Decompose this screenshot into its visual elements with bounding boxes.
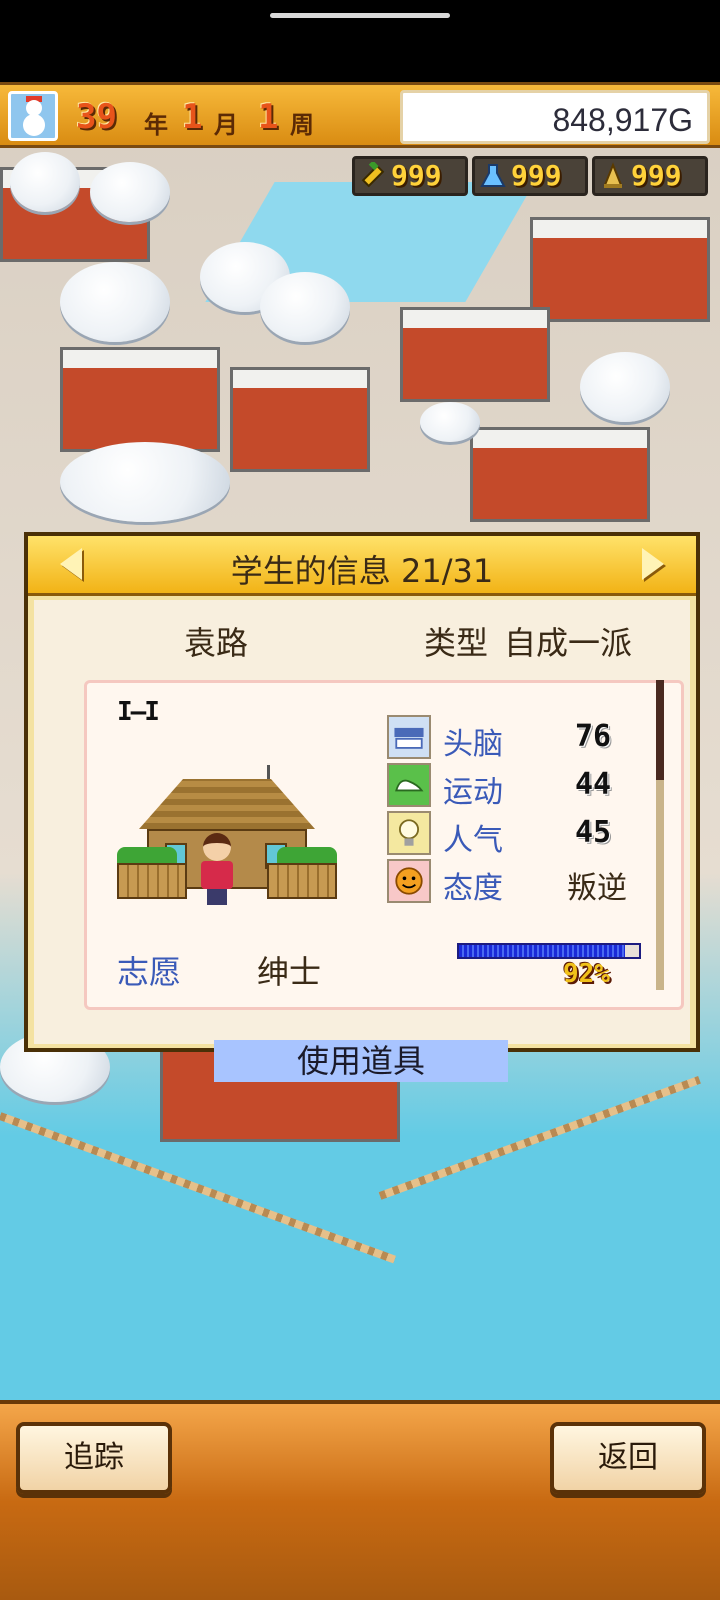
snow-tree: [420, 402, 480, 442]
student-info-dialog: 学生的信息 21/31 袁路 类型 自成一派 I—I 头脑 76 运动 44 人…: [24, 532, 700, 1082]
flask-icon: [480, 164, 506, 187]
stat-label-brain: 头脑: [443, 727, 503, 762]
back-button[interactable]: 返回: [550, 1422, 706, 1494]
dialog-title: 学生的信息 21/31: [230, 552, 494, 590]
type-value: 自成一派: [504, 624, 633, 662]
brain-icon: [387, 715, 431, 759]
scrollbar-thumb[interactable]: [656, 680, 664, 780]
student-name: 袁路: [184, 624, 249, 662]
type-label: 类型: [424, 624, 489, 662]
home-indicator: [270, 13, 450, 18]
progress-bar: [457, 943, 641, 959]
face-icon: [387, 859, 431, 903]
progress-fill: [459, 945, 625, 957]
resource-pencil: 999: [352, 156, 468, 196]
dialog-body: 袁路 类型 自成一派 I—I 头脑 76 运动 44 人气 45 态度 叛逆 志…: [34, 600, 690, 1082]
pencil-icon: [361, 162, 385, 188]
grade-badge: I—I: [117, 697, 160, 727]
stat-row-popularity: 人气 45: [387, 811, 647, 858]
wish-label: 志愿: [117, 953, 182, 991]
next-arrow-icon[interactable]: [642, 548, 664, 580]
student-avatar: [197, 833, 237, 905]
classroom: [470, 427, 650, 522]
sneaker-icon: [387, 763, 431, 807]
status-bar: [0, 0, 720, 82]
stat-label-attitude: 态度: [443, 871, 503, 906]
date-display: 39 年 1 月 1 周: [70, 91, 382, 141]
bell-icon: [603, 162, 623, 188]
stat-row-sport: 运动 44: [387, 763, 647, 810]
resource-flask: 999: [472, 156, 588, 196]
week-unit: 周: [290, 111, 314, 139]
week-value: 1: [258, 97, 279, 137]
month-unit: 月: [214, 111, 238, 139]
stat-value-brain: 76: [575, 719, 612, 754]
classroom: [530, 217, 710, 322]
track-button[interactable]: 追踪: [16, 1422, 172, 1494]
classroom: [60, 347, 220, 452]
stat-value-attitude: 叛逆: [567, 871, 627, 906]
year-value: 39: [76, 97, 117, 137]
money-value: 848,917G: [552, 102, 693, 138]
stat-value-sport: 44: [575, 767, 612, 802]
stat-row-brain: 头脑 76: [387, 715, 647, 762]
use-item-button[interactable]: 使用道具: [214, 1040, 508, 1082]
snowman-icon: [8, 91, 58, 141]
snow-tree: [580, 352, 670, 422]
snow-tree: [90, 162, 170, 222]
stat-row-attitude: 态度 叛逆: [387, 859, 647, 906]
resource-bell: 999: [592, 156, 708, 196]
top-hud: 39 年 1 月 1 周 848,917G: [0, 82, 720, 148]
stat-value-popularity: 45: [575, 815, 612, 850]
bottom-bar: 追踪 返回: [0, 1400, 720, 1600]
classroom: [230, 367, 370, 472]
snow-tree: [60, 442, 230, 522]
progress-text: 92%: [563, 959, 610, 989]
resource-bar: 999 999 999: [352, 156, 712, 196]
snow-tree: [260, 272, 350, 342]
lightbulb-icon: [387, 811, 431, 855]
stat-label-popularity: 人气: [443, 823, 503, 858]
fence: [378, 1075, 701, 1200]
stat-label-sport: 运动: [443, 775, 503, 810]
wish-value: 绅士: [257, 953, 322, 991]
month-value: 1: [182, 97, 203, 137]
classroom: [400, 307, 550, 402]
snow-tree: [60, 262, 170, 342]
student-info-card: I—I 头脑 76 运动 44 人气 45 态度 叛逆 志愿 绅士 92%: [84, 680, 684, 1010]
student-house-icon: [117, 765, 337, 905]
snow-tree: [10, 152, 80, 212]
year-unit: 年: [144, 111, 168, 139]
money-display: 848,917G: [400, 90, 710, 144]
dialog-header: 学生的信息 21/31: [28, 536, 696, 596]
